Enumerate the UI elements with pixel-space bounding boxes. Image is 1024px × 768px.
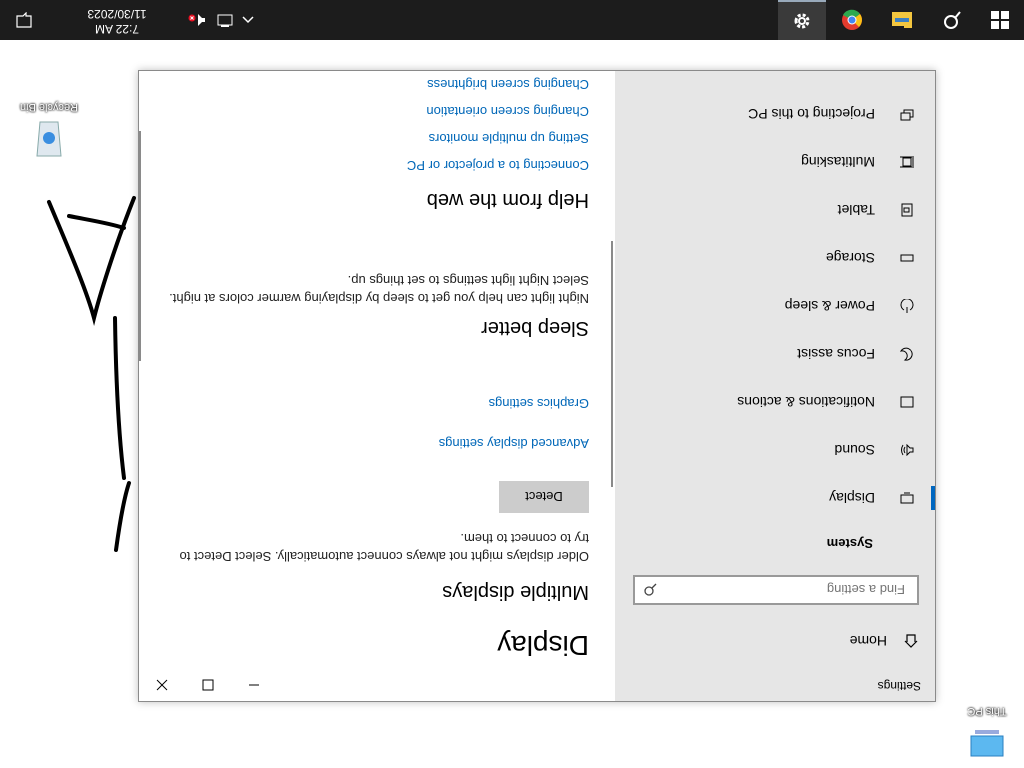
desktop-icon-label: Recycle Bin: [19, 101, 79, 113]
speaker-icon: [897, 444, 917, 456]
sleep-better-heading: Sleep better: [481, 317, 589, 339]
sidebar-item-label: Notifications & actions: [737, 394, 875, 410]
multiple-displays-text: Older displays might not always connect …: [179, 531, 589, 564]
search-icon: [944, 11, 961, 29]
graphics-settings-link[interactable]: Graphics settings: [489, 396, 589, 411]
clock-date: 11/30/2023: [87, 7, 147, 21]
action-center-button[interactable]: [0, 0, 48, 40]
file-explorer-button[interactable]: [878, 0, 926, 40]
chrome-icon: [842, 9, 862, 30]
sidebar-item-focus-assist[interactable]: Focus assist: [615, 336, 935, 372]
settings-sidebar: Settings Home System Display Sou: [615, 71, 935, 701]
search-taskbar-button[interactable]: [928, 0, 976, 40]
sidebar-item-label: Display: [829, 490, 875, 506]
settings-content: Display Multiple displays Older displays…: [139, 71, 615, 701]
settings-taskbar-button[interactable]: [778, 0, 826, 40]
tablet-icon: [897, 203, 917, 217]
settings-window: Settings Home System Display Sou: [138, 70, 936, 702]
search-box[interactable]: [633, 575, 919, 605]
window-title: Settings: [877, 679, 921, 693]
windows-logo-icon: [991, 11, 1009, 29]
taskbar: 7:22 AM 11/30/2023: [0, 0, 1024, 40]
desktop-icon-label: This PC: [967, 705, 1007, 717]
storage-icon: [897, 254, 917, 262]
maximize-icon: [202, 679, 214, 691]
desktop-icon-recycle-bin[interactable]: Recycle Bin: [14, 101, 84, 162]
chevron-up-icon[interactable]: [242, 15, 254, 25]
section-heading: System: [826, 536, 873, 551]
minimize-button[interactable]: [231, 669, 277, 701]
this-pc-icon: [970, 730, 1004, 757]
projecting-icon: [897, 107, 917, 121]
close-button[interactable]: [139, 669, 185, 701]
sidebar-item-sound[interactable]: Sound: [615, 432, 935, 468]
page-scrollbar[interactable]: [139, 131, 141, 361]
home-icon: [901, 634, 921, 648]
sidebar-item-multitasking[interactable]: Multitasking: [615, 144, 935, 180]
notification-icon: [16, 12, 32, 28]
start-button[interactable]: [976, 0, 1024, 40]
volume-muted-icon[interactable]: [188, 13, 206, 27]
sidebar-item-projecting[interactable]: Projecting to this PC: [615, 96, 935, 132]
page-title: Display: [497, 630, 589, 661]
maximize-button[interactable]: [185, 669, 231, 701]
moon-icon: [897, 347, 917, 361]
chrome-button[interactable]: [828, 0, 876, 40]
sidebar-item-label: Projecting to this PC: [748, 106, 875, 122]
sidebar-item-display[interactable]: Display: [615, 480, 935, 516]
tray-icons: [188, 0, 254, 40]
sidebar-item-storage[interactable]: Storage: [615, 240, 935, 276]
rotated-screen: This PC Recycle Bin Settings Home Find a…: [0, 0, 1024, 768]
sidebar-item-label: Focus assist: [797, 346, 875, 362]
detect-button[interactable]: Detect: [499, 481, 589, 513]
sidebar-item-notifications[interactable]: Notifications & actions: [615, 384, 935, 420]
nav-home[interactable]: Home: [631, 629, 921, 653]
close-icon: [156, 679, 168, 691]
search-icon: [643, 580, 657, 597]
sleep-better-text: Night light can help you get to sleep by…: [169, 273, 589, 306]
content-scrollbar[interactable]: [611, 241, 613, 487]
multiple-displays-heading: Multiple displays: [442, 581, 589, 603]
sidebar-item-label: Storage: [825, 250, 875, 266]
gear-icon: [794, 13, 810, 29]
desktop-icon-this-pc[interactable]: This PC: [952, 705, 1022, 762]
sidebar-item-power-sleep[interactable]: Power & sleep: [615, 288, 935, 324]
sidebar-item-label: Power & sleep: [784, 298, 875, 314]
nav-home-label: Home: [849, 633, 887, 649]
search-input[interactable]: [663, 581, 907, 599]
sidebar-item-label: Tablet: [837, 202, 875, 218]
advanced-display-settings-link[interactable]: Advanced display settings: [439, 436, 589, 451]
power-icon: [897, 299, 917, 313]
multitasking-icon: [897, 155, 917, 169]
sidebar-item-label: Sound: [834, 442, 875, 458]
monitor-icon: [897, 492, 917, 504]
clock-time: 7:22 AM: [94, 22, 140, 36]
sidebar-item-label: Multitasking: [801, 154, 875, 170]
minimize-icon: [249, 684, 259, 686]
help-link[interactable]: Setting up multiple monitors: [429, 131, 589, 146]
help-link[interactable]: Changing screen brightness: [427, 77, 589, 92]
taskbar-clock[interactable]: 7:22 AM 11/30/2023: [52, 4, 182, 36]
help-web-heading: Help from the web: [426, 189, 589, 211]
sidebar-item-tablet[interactable]: Tablet: [615, 192, 935, 228]
recycle-bin-icon: [36, 121, 62, 157]
help-link[interactable]: Connecting to a projector or PC: [407, 158, 589, 173]
folder-icon: [892, 12, 912, 28]
network-icon[interactable]: [215, 13, 233, 27]
notification-icon: [897, 396, 917, 408]
help-link[interactable]: Changing screen orientation: [426, 104, 589, 119]
